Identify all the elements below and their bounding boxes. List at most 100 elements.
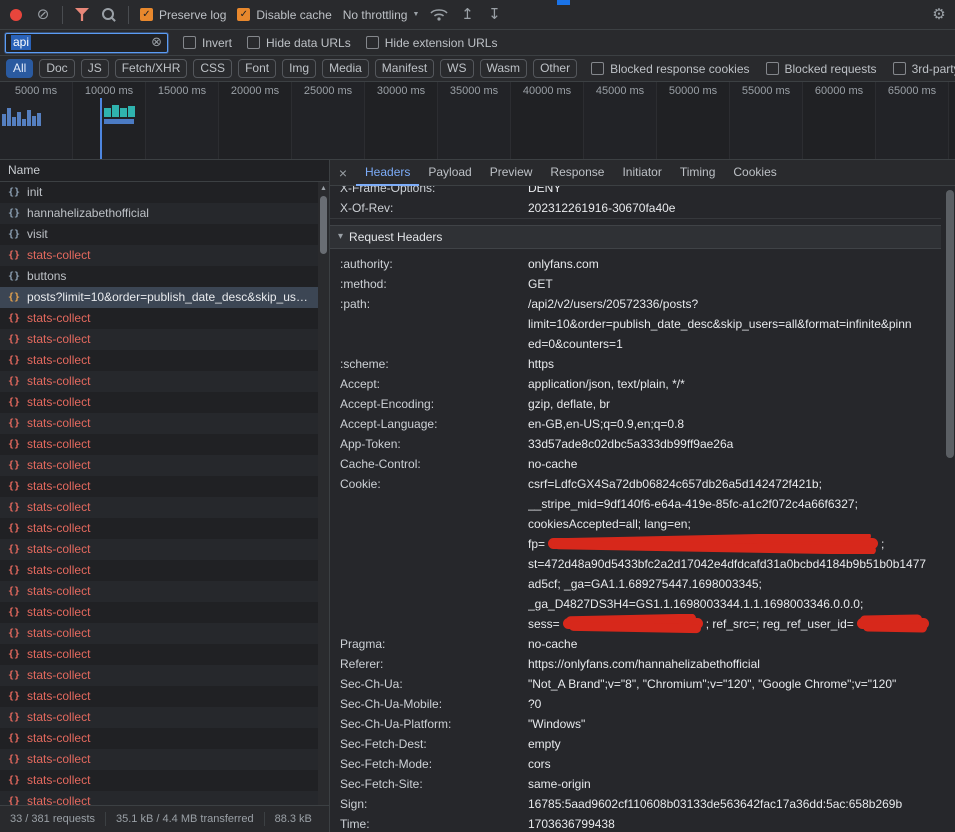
type-filter-other[interactable]: Other: [533, 59, 577, 78]
request-row[interactable]: {}stats-collect: [0, 686, 329, 707]
scroll-up-icon[interactable]: ▲: [318, 182, 329, 195]
header-name: Time:: [330, 814, 528, 832]
type-filter-ws[interactable]: WS: [440, 59, 473, 78]
request-row[interactable]: {}stats-collect: [0, 350, 329, 371]
request-row[interactable]: {}stats-collect: [0, 371, 329, 392]
name-column-header[interactable]: Name: [0, 160, 329, 182]
record-button[interactable]: [8, 5, 24, 25]
type-filter-js[interactable]: JS: [81, 59, 109, 78]
request-name: stats-collect: [27, 392, 106, 413]
request-row[interactable]: {}stats-collect: [0, 455, 329, 476]
request-row[interactable]: {}stats-collect: [0, 476, 329, 497]
header-value-text: no-cache: [528, 457, 577, 471]
request-row[interactable]: {}stats-collect: [0, 329, 329, 350]
summary-item: 33 / 381 requests: [10, 813, 95, 825]
request-headers-section[interactable]: ▾ Request Headers: [330, 225, 941, 249]
type-filter-all[interactable]: All: [6, 59, 33, 78]
request-row[interactable]: {}stats-collect: [0, 497, 329, 518]
hide-data-urls-checkbox[interactable]: Hide data URLs: [247, 36, 351, 50]
close-details-button[interactable]: ×: [330, 165, 356, 181]
request-row[interactable]: {}stats-collect: [0, 434, 329, 455]
search-icon: [102, 8, 116, 22]
request-row[interactable]: {}stats-collect: [0, 518, 329, 539]
request-row[interactable]: {}buttons: [0, 266, 329, 287]
scrollbar-thumb[interactable]: [946, 190, 954, 458]
request-row[interactable]: {}stats-collect: [0, 308, 329, 329]
preserve-log-checkbox[interactable]: ✓ Preserve log: [140, 8, 226, 22]
request-type-icon: {}: [8, 266, 20, 287]
request-type-icon: {}: [8, 623, 20, 644]
clear-network-log-button[interactable]: ⊘: [35, 5, 51, 25]
search-button[interactable]: [101, 5, 117, 25]
throttling-dropdown[interactable]: No throttling ▼: [343, 8, 420, 22]
timeline-band: 50000 ms: [657, 82, 730, 159]
type-filter-doc[interactable]: Doc: [39, 59, 74, 78]
header-value-line: limit=10&order=publish_date_desc&skip_us…: [528, 314, 941, 334]
details-scrollbar[interactable]: [945, 186, 955, 832]
network-main-area: Name {}init{}hannahelizabethofficial{}vi…: [0, 160, 955, 832]
type-filter-manifest[interactable]: Manifest: [375, 59, 434, 78]
type-filter-img[interactable]: Img: [282, 59, 316, 78]
export-har-button[interactable]: ↧: [486, 5, 502, 25]
request-name: stats-collect: [27, 455, 106, 476]
overview-timeline[interactable]: 5000 ms10000 ms15000 ms20000 ms25000 ms3…: [0, 82, 955, 160]
request-name: stats-collect: [27, 350, 106, 371]
requests-pane: Name {}init{}hannahelizabethofficial{}vi…: [0, 160, 330, 832]
request-row[interactable]: {}stats-collect: [0, 791, 329, 805]
timeline-band: 65000 ms: [876, 82, 949, 159]
import-har-button[interactable]: ↥: [459, 5, 475, 25]
network-conditions-button[interactable]: [430, 5, 448, 25]
request-row[interactable]: {}stats-collect: [0, 665, 329, 686]
request-row[interactable]: {}stats-collect: [0, 413, 329, 434]
request-row[interactable]: {}stats-collect: [0, 707, 329, 728]
3rd-party-requests-checkbox[interactable]: 3rd-party requests: [893, 62, 955, 76]
request-row[interactable]: {}posts?limit=10&order=publish_date_desc…: [0, 287, 329, 308]
request-list-scrollbar[interactable]: ▲: [318, 182, 329, 805]
tab-cookies[interactable]: Cookies: [724, 160, 785, 186]
scrollbar-thumb[interactable]: [320, 196, 327, 254]
request-type-icon: {}: [8, 644, 20, 665]
request-row[interactable]: {}hannahelizabethofficial: [0, 203, 329, 224]
request-row[interactable]: {}stats-collect: [0, 560, 329, 581]
blocked-requests-checkbox[interactable]: Blocked requests: [766, 62, 877, 76]
header-row: Accept-Encoding:gzip, deflate, br: [330, 394, 941, 414]
settings-button[interactable]: ⚙: [931, 5, 947, 25]
invert-checkbox[interactable]: Invert: [183, 36, 232, 50]
hide-extension-urls-checkbox[interactable]: Hide extension URLs: [366, 36, 498, 50]
request-name: posts?limit=10&order=publish_date_desc&s…: [27, 287, 329, 308]
header-value-text: 33d57ade8c02dbc5a333db99ff9ae26a: [528, 437, 733, 451]
invert-label: Invert: [202, 36, 232, 50]
header-value-line: 1703636799438: [528, 814, 941, 832]
type-filter-css[interactable]: CSS: [193, 59, 232, 78]
request-row[interactable]: {}stats-collect: [0, 392, 329, 413]
request-row[interactable]: {}visit: [0, 224, 329, 245]
header-value-line: no-cache: [528, 634, 941, 654]
request-row[interactable]: {}stats-collect: [0, 749, 329, 770]
type-filter-wasm[interactable]: Wasm: [480, 59, 528, 78]
timeline-label: 5000 ms: [15, 85, 57, 97]
tab-headers[interactable]: Headers: [356, 160, 419, 186]
tab-preview[interactable]: Preview: [481, 160, 542, 186]
request-row[interactable]: {}stats-collect: [0, 245, 329, 266]
request-row[interactable]: {}stats-collect: [0, 539, 329, 560]
request-row[interactable]: {}stats-collect: [0, 770, 329, 791]
tab-response[interactable]: Response: [541, 160, 613, 186]
tab-initiator[interactable]: Initiator: [613, 160, 670, 186]
request-row[interactable]: {}stats-collect: [0, 581, 329, 602]
request-row[interactable]: {}stats-collect: [0, 602, 329, 623]
request-row[interactable]: {}stats-collect: [0, 623, 329, 644]
tab-timing[interactable]: Timing: [671, 160, 725, 186]
filter-input[interactable]: api ⊗: [5, 33, 168, 53]
tab-payload[interactable]: Payload: [419, 160, 480, 186]
request-row[interactable]: {}stats-collect: [0, 644, 329, 665]
request-row[interactable]: {}stats-collect: [0, 728, 329, 749]
type-filter-font[interactable]: Font: [238, 59, 276, 78]
type-filter-fetch-xhr[interactable]: Fetch/XHR: [115, 59, 188, 78]
disable-cache-checkbox[interactable]: ✓ Disable cache: [237, 8, 331, 22]
type-filter-media[interactable]: Media: [322, 59, 369, 78]
filter-toggle-button[interactable]: [74, 5, 90, 25]
blocked-response-cookies-checkbox[interactable]: Blocked response cookies: [591, 62, 749, 76]
clear-filter-icon[interactable]: ⊗: [151, 36, 162, 49]
request-row[interactable]: {}init: [0, 182, 329, 203]
header-value-text: limit=10&order=publish_date_desc&skip_us…: [528, 317, 912, 331]
